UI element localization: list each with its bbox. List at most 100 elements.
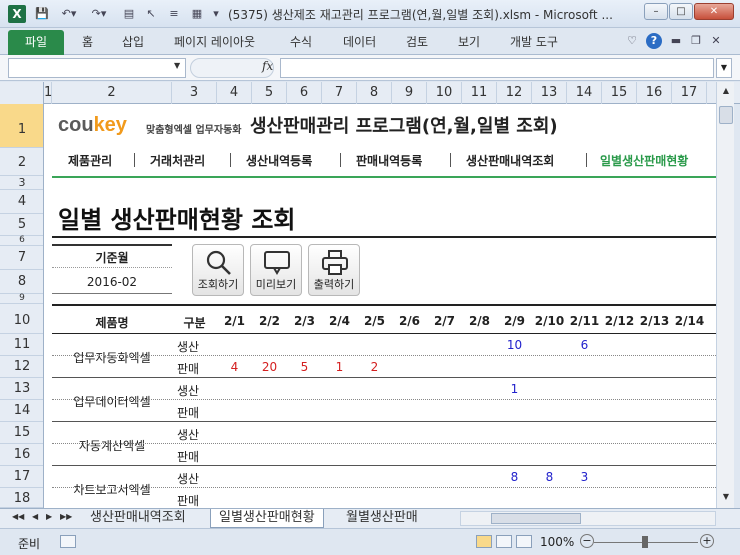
column-header[interactable]: 5 bbox=[252, 82, 287, 104]
undo-icon[interactable]: ↶▾ bbox=[58, 6, 80, 22]
expand-formula-bar-icon[interactable]: ▼ bbox=[716, 58, 732, 78]
restore-workbook-icon[interactable]: ❐ bbox=[688, 33, 704, 49]
horizontal-scroll-thumb[interactable] bbox=[491, 513, 581, 524]
preview-button[interactable]: 미리보기 bbox=[250, 244, 302, 296]
redo-icon[interactable]: ↷▾ bbox=[88, 6, 110, 22]
horizontal-scrollbar[interactable] bbox=[460, 511, 716, 526]
next-sheet-icon[interactable]: ▶ bbox=[46, 512, 52, 521]
column-header[interactable]: 3 bbox=[172, 82, 217, 104]
page-layout-view-icon[interactable] bbox=[496, 535, 512, 548]
select-all-corner[interactable] bbox=[0, 82, 44, 104]
column-header[interactable]: 10 bbox=[427, 82, 462, 104]
column-header[interactable]: 9 bbox=[392, 82, 427, 104]
menu-history-query[interactable]: 생산판매내역조회 bbox=[466, 152, 554, 169]
worksheet-area[interactable]: coukey 맞춤형엑셀 업무자동화 생산판매관리 프로그램(연,월,일별 조회… bbox=[44, 104, 716, 508]
column-header[interactable]: 12 bbox=[497, 82, 532, 104]
minimize-button[interactable]: – bbox=[644, 3, 668, 20]
table-cell-value[interactable]: 5 bbox=[287, 360, 322, 374]
row-header[interactable]: 14 bbox=[0, 400, 43, 422]
form-icon[interactable]: ▤ bbox=[120, 6, 138, 22]
tab-home[interactable]: 홈 bbox=[82, 33, 93, 50]
column-header[interactable]: 6 bbox=[287, 82, 322, 104]
row-header[interactable]: 3 bbox=[0, 176, 43, 190]
sheet-icon[interactable]: ▦ bbox=[188, 6, 206, 22]
prev-sheet-icon[interactable]: ◀ bbox=[32, 512, 38, 521]
tab-file[interactable]: 파일 bbox=[8, 30, 64, 55]
last-sheet-icon[interactable]: ▶▶ bbox=[60, 512, 72, 521]
column-header[interactable]: 1 bbox=[44, 82, 52, 104]
tab-review[interactable]: 검토 bbox=[406, 33, 428, 50]
row-header[interactable]: 12 bbox=[0, 356, 43, 378]
print-button[interactable]: 출력하기 bbox=[308, 244, 360, 296]
row-header[interactable]: 8 bbox=[0, 270, 43, 294]
first-sheet-icon[interactable]: ◀◀ bbox=[12, 512, 24, 521]
table-cell-value[interactable]: 1 bbox=[322, 360, 357, 374]
column-header[interactable]: 7 bbox=[322, 82, 357, 104]
row-header[interactable]: 18 bbox=[0, 488, 43, 508]
tab-page-layout[interactable]: 페이지 레이아웃 bbox=[174, 33, 255, 50]
row-header[interactable]: 7 bbox=[0, 246, 43, 270]
page-break-view-icon[interactable] bbox=[516, 535, 532, 548]
row-header[interactable]: 9 bbox=[0, 294, 43, 304]
menu-daily-status[interactable]: 일별생산판매현황 bbox=[600, 152, 688, 169]
menu-client[interactable]: 거래처관리 bbox=[150, 152, 205, 169]
scroll-up-icon[interactable]: ▲ bbox=[718, 84, 734, 98]
formula-input[interactable] bbox=[280, 58, 714, 78]
sheet-tab-history[interactable]: 생산판매내역조회 bbox=[90, 509, 186, 528]
table-cell-value[interactable]: 20 bbox=[252, 360, 287, 374]
column-header[interactable]: 15 bbox=[602, 82, 637, 104]
save-icon[interactable]: 💾 bbox=[34, 6, 50, 22]
insert-function-icon[interactable]: fx bbox=[262, 59, 273, 73]
table-cell-value[interactable]: 2 bbox=[357, 360, 392, 374]
zoom-level[interactable]: 100% bbox=[540, 535, 574, 549]
sheet-tab-daily[interactable]: 일별생산판매현황 bbox=[210, 509, 324, 528]
column-header[interactable]: 2 bbox=[52, 82, 172, 104]
normal-view-icon[interactable] bbox=[476, 535, 492, 548]
zoom-in-icon[interactable]: + bbox=[700, 534, 714, 548]
zoom-out-icon[interactable]: − bbox=[580, 534, 594, 548]
customize-qat-icon[interactable]: ▾ bbox=[210, 6, 222, 22]
search-button[interactable]: 조회하기 bbox=[192, 244, 244, 296]
table-cell-value[interactable]: 8 bbox=[497, 470, 532, 484]
macro-record-icon[interactable] bbox=[60, 535, 76, 548]
row-header[interactable]: 16 bbox=[0, 444, 43, 466]
column-header[interactable]: 11 bbox=[462, 82, 497, 104]
column-header[interactable]: 16 bbox=[637, 82, 672, 104]
row-header[interactable]: 4 bbox=[0, 190, 43, 214]
column-header[interactable]: 4 bbox=[217, 82, 252, 104]
close-button[interactable]: ✕ bbox=[694, 3, 734, 20]
tab-data[interactable]: 데이터 bbox=[343, 33, 376, 50]
name-box[interactable] bbox=[8, 58, 186, 78]
pointer-icon[interactable]: ↖ bbox=[144, 6, 158, 22]
excel-app-icon[interactable]: X bbox=[8, 5, 26, 23]
sheet-tab-monthly[interactable]: 월별생산판매 bbox=[346, 509, 438, 528]
row-header[interactable]: 11 bbox=[0, 334, 43, 356]
menu-production-entry[interactable]: 생산내역등록 bbox=[246, 152, 312, 169]
row-header[interactable]: 10 bbox=[0, 304, 43, 334]
maximize-button[interactable]: □ bbox=[669, 3, 693, 20]
row-header[interactable]: 15 bbox=[0, 422, 43, 444]
tab-insert[interactable]: 삽입 bbox=[122, 33, 144, 50]
column-header[interactable]: 13 bbox=[532, 82, 567, 104]
row-header[interactable]: 17 bbox=[0, 466, 43, 488]
table-cell-value[interactable]: 8 bbox=[532, 470, 567, 484]
help-icon[interactable]: ? bbox=[646, 33, 662, 49]
minimize-workbook-icon[interactable]: ▬ bbox=[668, 33, 684, 49]
row-header[interactable]: 13 bbox=[0, 378, 43, 400]
zoom-slider-knob[interactable] bbox=[642, 536, 648, 548]
row-header[interactable]: 5 bbox=[0, 214, 43, 236]
table-cell-value[interactable]: 4 bbox=[217, 360, 252, 374]
row-header[interactable]: 6 bbox=[0, 236, 43, 246]
column-header[interactable]: 17 bbox=[672, 82, 707, 104]
filter-icon[interactable]: ≡ bbox=[164, 6, 184, 22]
menu-product[interactable]: 제품관리 bbox=[68, 152, 112, 169]
scroll-down-icon[interactable]: ▼ bbox=[718, 490, 734, 504]
column-header[interactable]: 14 bbox=[567, 82, 602, 104]
tab-formulas[interactable]: 수식 bbox=[290, 33, 312, 50]
tab-developer[interactable]: 개발 도구 bbox=[510, 33, 558, 50]
collapse-ribbon-icon[interactable]: ♡ bbox=[624, 33, 640, 49]
table-cell-value[interactable]: 10 bbox=[497, 338, 532, 352]
table-cell-value[interactable]: 6 bbox=[567, 338, 602, 352]
name-box-dropdown-icon[interactable]: ▼ bbox=[174, 61, 180, 70]
close-workbook-icon[interactable]: ✕ bbox=[708, 33, 724, 49]
